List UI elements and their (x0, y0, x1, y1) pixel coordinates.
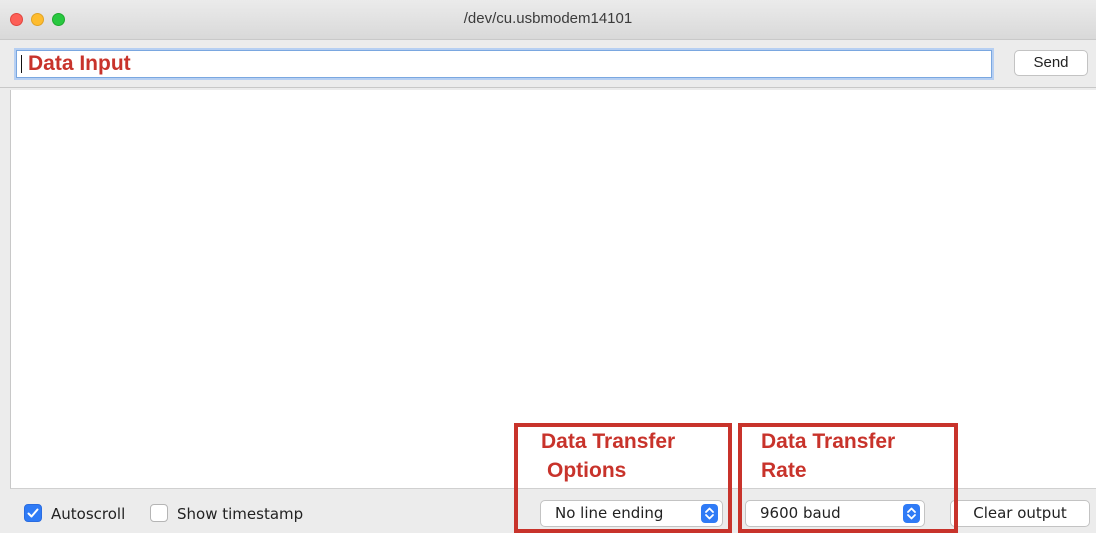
data-transfer-rate-annotation-line2: Rate (761, 459, 807, 482)
title-bar[interactable]: /dev/cu.usbmodem14101 (0, 0, 1096, 40)
data-transfer-options-annotation-line2: Options (547, 459, 627, 482)
input-row: Data Input Send (0, 40, 1096, 88)
text-caret (21, 55, 22, 73)
data-input-annotation: Data Input (28, 52, 131, 75)
autoscroll-checkbox[interactable] (24, 504, 42, 522)
window-title: /dev/cu.usbmodem14101 (463, 10, 633, 27)
show-timestamp-checkbox[interactable] (150, 504, 168, 522)
data-transfer-options-annotation-line1: Data Transfer (541, 430, 676, 453)
checkmark-icon (27, 508, 39, 518)
clear-output-button[interactable]: Clear output (950, 500, 1090, 527)
show-timestamp-label[interactable]: Show timestamp (177, 505, 303, 523)
autoscroll-label[interactable]: Autoscroll (51, 505, 125, 523)
data-transfer-rate-annotation-line1: Data Transfer (761, 430, 896, 453)
send-button[interactable]: Send (1014, 50, 1088, 76)
serial-monitor-window: /dev/cu.usbmodem14101 Data Input Send Au… (0, 0, 1096, 533)
data-input-field[interactable]: Data Input (16, 50, 992, 78)
